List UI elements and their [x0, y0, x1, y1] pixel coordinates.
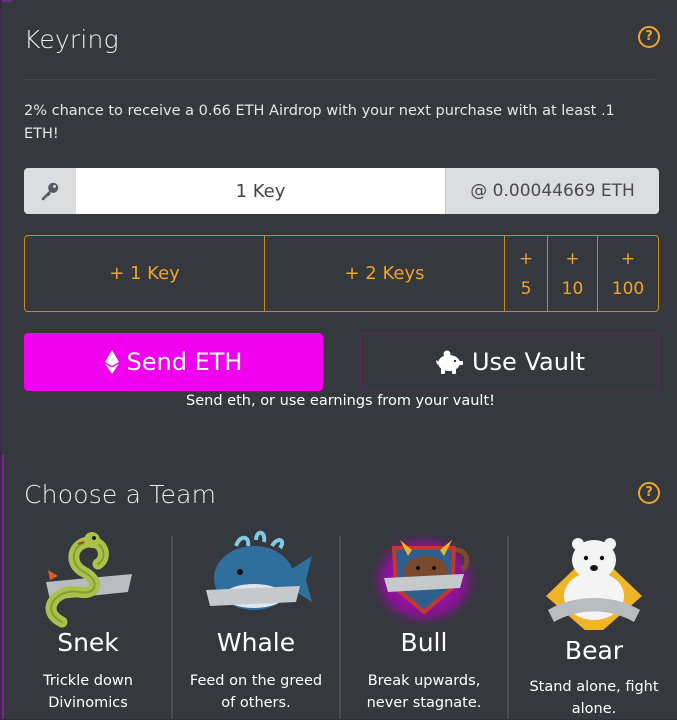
- use-vault-button[interactable]: Use Vault: [360, 333, 659, 391]
- bear-icon: [546, 538, 642, 630]
- team-bear[interactable]: Bear Stand alone, fight alone.: [511, 530, 677, 719]
- add-10-plus: +: [565, 248, 580, 269]
- add-100-plus: +: [620, 248, 636, 269]
- team-title: Choose a Team: [24, 480, 217, 509]
- team-name: Bull: [400, 628, 448, 657]
- team-selector: Snek Trickle down Divinomics Whale Feed …: [2, 530, 677, 719]
- question-circle-icon[interactable]: ?: [638, 26, 660, 48]
- keyring-divider: [24, 79, 655, 80]
- snek-icon: [45, 532, 132, 628]
- key-quantity-input[interactable]: [76, 168, 445, 214]
- key-icon: [24, 168, 76, 214]
- team-name: Bear: [564, 636, 624, 665]
- team-description: Stand alone, fight alone.: [529, 679, 659, 717]
- main-panel: Keyring ? 2% chance to receive a 0.66 ET…: [0, 0, 677, 719]
- add-keys-group: + 1 Key + 2 Keys + 5 + 10 + 100: [24, 235, 659, 312]
- top-accent-line: [2, 0, 12, 2]
- airdrop-text: 2% chance to receive a 0.66 ETH Airdrop …: [24, 103, 615, 142]
- add-10-number: 10: [561, 278, 584, 299]
- add-100-number: 100: [611, 278, 645, 299]
- add-2-keys-button[interactable]: + 2 Keys: [265, 236, 505, 311]
- team-separator: [507, 536, 509, 719]
- add-5-plus: +: [518, 248, 534, 269]
- add-5-keys-button[interactable]: + 5: [505, 236, 548, 311]
- piggy-bank-icon: [434, 350, 464, 374]
- add-1-key-button[interactable]: + 1 Key: [25, 236, 265, 311]
- whale-icon: [206, 530, 312, 610]
- add-100-keys-button[interactable]: + 100: [598, 236, 658, 311]
- send-eth-label: Send ETH: [126, 348, 243, 376]
- team-bull[interactable]: Bull Break upwards, never stagnate.: [341, 530, 507, 719]
- team-snek[interactable]: Snek Trickle down Divinomics: [5, 530, 171, 719]
- keyring-title: Keyring: [24, 25, 119, 54]
- team-description: Feed on the greed of others.: [189, 673, 323, 711]
- add-5-number: 5: [520, 278, 532, 299]
- team-name: Snek: [57, 628, 119, 657]
- add-10-keys-button[interactable]: + 10: [548, 236, 598, 311]
- key-quantity-row: @ 0.00044669 ETH: [24, 168, 659, 214]
- bull-icon: [366, 530, 482, 630]
- team-description: Trickle down Divinomics: [43, 673, 133, 711]
- send-eth-button[interactable]: Send ETH: [24, 333, 323, 391]
- question-circle-icon[interactable]: ?: [638, 482, 660, 504]
- team-description: Break upwards, never stagnate.: [366, 673, 482, 711]
- team-whale[interactable]: Whale Feed on the greed of others.: [173, 530, 339, 719]
- team-name: Whale: [216, 628, 296, 657]
- use-vault-label: Use Vault: [471, 348, 585, 376]
- key-price: @ 0.00044669 ETH: [445, 168, 659, 214]
- ethereum-icon: [104, 350, 119, 374]
- send-note: Send eth, or use earnings from your vaul…: [186, 393, 495, 409]
